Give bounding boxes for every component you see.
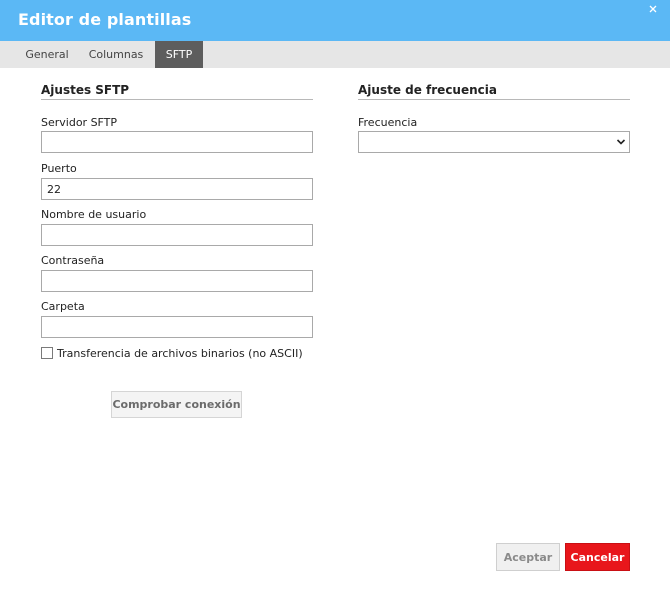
- binary-transfer-row: Transferencia de archivos binarios (no A…: [41, 346, 303, 360]
- close-icon: [649, 5, 657, 13]
- tab-columnas[interactable]: Columnas: [80, 41, 152, 68]
- server-label: Servidor SFTP: [41, 116, 118, 129]
- sftp-section-divider: [41, 99, 313, 100]
- frequency-label: Frecuencia: [358, 116, 418, 129]
- port-label: Puerto: [41, 162, 77, 175]
- password-label: Contraseña: [41, 254, 105, 267]
- server-input[interactable]: [41, 131, 313, 153]
- binary-transfer-label: Transferencia de archivos binarios (no A…: [57, 346, 303, 360]
- folder-input[interactable]: [41, 316, 313, 338]
- binary-transfer-checkbox[interactable]: [41, 347, 53, 359]
- port-input[interactable]: [41, 178, 313, 200]
- tab-general[interactable]: General: [16, 41, 78, 68]
- cancel-button[interactable]: Cancelar: [565, 543, 630, 571]
- password-input[interactable]: [41, 270, 313, 292]
- dialog-title: Editor de plantillas: [18, 10, 192, 29]
- username-label: Nombre de usuario: [41, 208, 147, 221]
- sftp-section-title: Ajustes SFTP: [41, 83, 130, 97]
- chevron-down-icon: [616, 139, 626, 145]
- frequency-select[interactable]: [358, 131, 630, 153]
- tab-bar: General Columnas SFTP: [0, 41, 670, 68]
- close-button[interactable]: [647, 3, 659, 15]
- frequency-section-title: Ajuste de frecuencia: [358, 83, 497, 97]
- accept-button[interactable]: Aceptar: [496, 543, 560, 571]
- frequency-section-divider: [358, 99, 630, 100]
- test-connection-button[interactable]: Comprobar conexión: [111, 391, 242, 418]
- folder-label: Carpeta: [41, 300, 85, 313]
- tab-sftp[interactable]: SFTP: [155, 41, 203, 68]
- dialog-titlebar: Editor de plantillas: [0, 0, 670, 41]
- username-input[interactable]: [41, 224, 313, 246]
